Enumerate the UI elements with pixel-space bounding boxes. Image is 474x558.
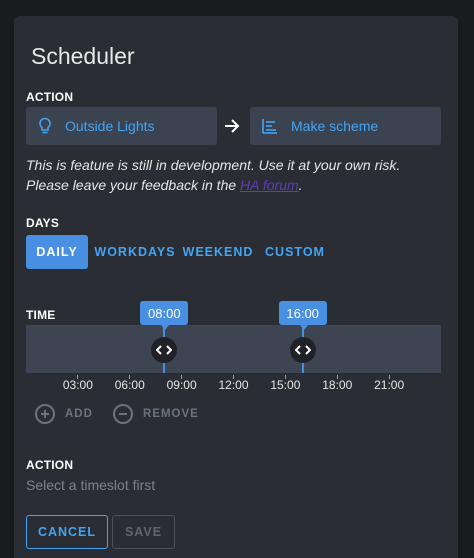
chevrons-horizontal-icon xyxy=(156,345,173,355)
lightbulb-icon xyxy=(37,117,53,135)
time-section-label: TIME xyxy=(26,308,56,322)
entity-label: Outside Lights xyxy=(65,118,155,134)
timeline-tick-label: 18:00 xyxy=(322,378,353,392)
timeline-tick-label: 12:00 xyxy=(218,378,249,392)
notice-text: This is feature is still in development.… xyxy=(26,157,401,193)
plus-icon xyxy=(35,404,55,424)
timeline-tick-label: 06:00 xyxy=(114,378,145,392)
minus-icon xyxy=(113,404,133,424)
save-button: SAVE xyxy=(112,515,175,549)
tab-daily[interactable]: DAILY xyxy=(26,235,88,269)
action-selector[interactable]: Make scheme xyxy=(250,107,441,145)
timeslot-action-label: ACTION xyxy=(26,458,74,472)
action-section-label: ACTION xyxy=(26,90,74,104)
timeline-track[interactable] xyxy=(26,325,441,373)
time-handle-label: 08:00 xyxy=(140,301,189,330)
timeline-tick-label: 15:00 xyxy=(270,378,301,392)
timeslot-hint: Select a timeslot first xyxy=(26,477,156,493)
development-notice: This is feature is still in development.… xyxy=(26,155,446,195)
tab-workdays[interactable]: WORKDAYS xyxy=(92,235,178,269)
feedback-link[interactable]: HA forum xyxy=(240,177,299,193)
add-timeslot-button[interactable]: ADD xyxy=(35,404,93,424)
cancel-button[interactable]: CANCEL xyxy=(26,515,108,549)
notice-end: . xyxy=(298,177,303,193)
entity-selector[interactable]: Outside Lights xyxy=(26,107,217,145)
remove-label: REMOVE xyxy=(143,408,199,420)
chevrons-horizontal-icon xyxy=(294,345,311,355)
tab-weekend[interactable]: WEEKEND xyxy=(180,235,256,269)
timeline-tick-label: 21:00 xyxy=(374,378,405,392)
timeline-tick-label: 03:00 xyxy=(62,378,93,392)
scheduler-card: Scheduler ACTION Outside Lights Make sch… xyxy=(14,16,458,558)
time-drag-handle[interactable] xyxy=(289,337,316,363)
time-handle-label: 16:00 xyxy=(278,301,327,330)
days-section-label: DAYS xyxy=(26,216,60,230)
add-label: ADD xyxy=(65,408,93,420)
time-handle-text: 16:00 xyxy=(286,305,319,321)
timeline-tick-label: 09:00 xyxy=(166,378,197,392)
card-title: Scheduler xyxy=(31,43,135,69)
scheme-list-icon xyxy=(261,117,279,135)
tab-custom[interactable]: CUSTOM xyxy=(260,235,330,269)
time-handle-text: 08:00 xyxy=(148,305,181,321)
time-label-pointer xyxy=(299,325,308,330)
time-label-pointer xyxy=(161,325,170,330)
arrow-right-icon xyxy=(222,116,242,141)
action-target-label: Make scheme xyxy=(291,118,379,134)
remove-timeslot-button[interactable]: REMOVE xyxy=(113,404,199,424)
